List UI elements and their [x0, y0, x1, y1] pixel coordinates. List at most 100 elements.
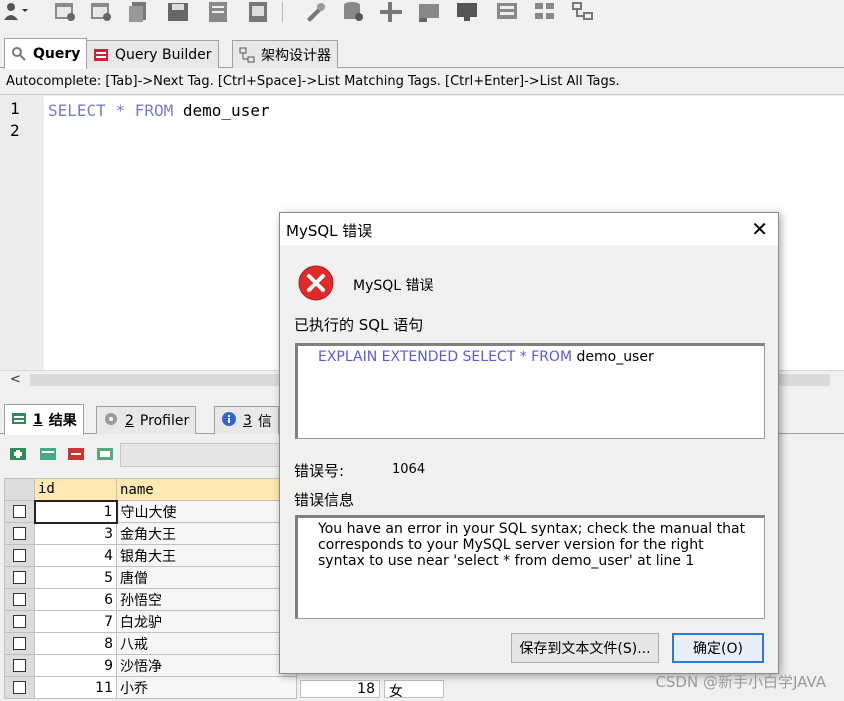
save-to-file-button[interactable]: 保存到文本文件(S)...: [511, 633, 659, 663]
error-message-box[interactable]: You have an error in your SQL syntax; ch…: [295, 515, 765, 619]
dialog-titlebar[interactable]: MySQL 错误 ✕: [280, 213, 778, 245]
cell-id[interactable]: 4: [34, 544, 117, 567]
cell-age[interactable]: 18: [300, 680, 380, 698]
sql-keyword: SELECT: [48, 101, 106, 120]
grid-header-row: id name: [4, 478, 297, 501]
tab-result[interactable]: 1 结果: [4, 404, 84, 435]
cell-name[interactable]: 孙悟空: [116, 588, 297, 611]
tab-query-label: Query: [33, 46, 81, 62]
row-checkbox[interactable]: [4, 588, 35, 611]
document-icon[interactable]: [205, 0, 231, 24]
cell-name[interactable]: 沙悟净: [116, 654, 297, 677]
row-checkbox[interactable]: [4, 676, 35, 699]
cell-name[interactable]: 白龙驴: [116, 610, 297, 633]
delete-row-icon[interactable]: [66, 444, 86, 464]
row-checkbox[interactable]: [4, 654, 35, 677]
tab-info[interactable]: 3 信: [214, 406, 279, 434]
sql-table-name: demo_user: [576, 349, 654, 365]
tab-profiler[interactable]: 2 Profiler: [96, 406, 197, 434]
cell-name[interactable]: 金角大王: [116, 522, 297, 545]
result-grid: id name 1 守山大使 3 金角大王 4 银角大王 5 唐僧 6 孙悟空 …: [4, 478, 297, 699]
tab-result-number: 1: [33, 412, 43, 428]
cell-id[interactable]: 7: [34, 610, 117, 633]
cell-id[interactable]: 9: [34, 654, 117, 677]
error-message-label: 错误信息: [294, 491, 355, 509]
dialog-heading: MySQL 错误: [353, 278, 434, 294]
schema-designer-icon: [239, 47, 255, 63]
table-row[interactable]: 9 沙悟净: [4, 654, 297, 677]
user-icon[interactable]: [2, 0, 28, 24]
tab-schema-designer[interactable]: 架构设计器: [232, 40, 338, 68]
error-icon: [297, 264, 335, 302]
table-row[interactable]: 6 孙悟空: [4, 588, 297, 611]
close-icon[interactable]: ✕: [751, 217, 768, 241]
cell-name[interactable]: 唐僧: [116, 566, 297, 589]
executed-sql-box[interactable]: EXPLAIN EXTENDED SELECT * FROM demo_user: [295, 343, 765, 439]
table-row[interactable]: 7 白龙驴: [4, 610, 297, 633]
cell-name[interactable]: 八戒: [116, 632, 297, 655]
column-header-name[interactable]: name: [116, 478, 297, 501]
tab-query-builder[interactable]: Query Builder: [86, 40, 219, 68]
cell-id[interactable]: 5: [34, 566, 117, 589]
cell-id[interactable]: 3: [34, 522, 117, 545]
toolbar-separator: [282, 2, 283, 22]
row-checkbox[interactable]: [4, 610, 35, 633]
editor-tabbar: Query Query Builder 架构设计器: [0, 38, 844, 69]
row-checkbox[interactable]: [4, 544, 35, 567]
tab-info-number: 3: [243, 412, 252, 429]
table-row[interactable]: 5 唐僧: [4, 566, 297, 589]
watermark: CSDN @新手小白学JAVA: [655, 673, 826, 691]
row-checkbox[interactable]: [4, 632, 35, 655]
grid-tree-icon[interactable]: [570, 0, 596, 24]
plus-table-icon[interactable]: [378, 0, 404, 24]
cell-id[interactable]: 8: [34, 632, 117, 655]
table-row[interactable]: 8 八戒: [4, 632, 297, 655]
info-icon: [221, 411, 237, 431]
line-number-gutter: 1 2: [0, 96, 44, 370]
table-row[interactable]: 1 守山大使: [4, 499, 297, 524]
copy-icon[interactable]: [126, 0, 152, 24]
line-number: 1: [10, 99, 20, 118]
cell-id[interactable]: 1: [33, 499, 118, 524]
cell-name[interactable]: 小乔: [116, 676, 297, 699]
cell-gender[interactable]: 女: [384, 680, 444, 700]
table-row[interactable]: 3 金角大王: [4, 522, 297, 545]
table-row[interactable]: 11 小乔: [4, 676, 297, 699]
grid-corner[interactable]: [4, 478, 35, 501]
row-checkbox[interactable]: [4, 566, 35, 589]
autocomplete-hint: Autocomplete: [Tab]->Next Tag. [Ctrl+Spa…: [0, 69, 844, 95]
wrench-icon[interactable]: [302, 0, 328, 24]
cell-name[interactable]: 守山大使: [116, 500, 297, 523]
cell-name[interactable]: 银角大王: [116, 544, 297, 567]
cell-id[interactable]: 6: [34, 588, 117, 611]
row-checkbox[interactable]: [4, 522, 35, 545]
grid-icon[interactable]: [494, 0, 520, 24]
tab-query-builder-label: Query Builder: [115, 46, 212, 63]
report-icon[interactable]: [245, 0, 271, 24]
ok-button[interactable]: 确定(O): [672, 633, 764, 663]
table-row[interactable]: 4 银角大王: [4, 544, 297, 567]
tab-profiler-label: Profiler: [139, 412, 190, 429]
column-header-id[interactable]: id: [34, 478, 117, 501]
tab-query[interactable]: Query: [4, 38, 88, 69]
line-number: 2: [10, 121, 20, 140]
result-icon: [11, 410, 27, 430]
sql-code-line[interactable]: SELECT * FROM demo_user: [48, 100, 270, 122]
profiler-icon: [103, 411, 119, 431]
scroll-left-icon[interactable]: <: [10, 372, 21, 387]
database-icon[interactable]: [340, 0, 366, 24]
mysql-error-dialog: MySQL 错误 ✕ MySQL 错误 已执行的 SQL 语句 EXPLAIN …: [279, 212, 779, 674]
cell-id[interactable]: 11: [34, 676, 117, 699]
row-checkbox[interactable]: [4, 500, 35, 523]
duplicate-row-icon[interactable]: [38, 444, 58, 464]
save-row-icon[interactable]: [95, 444, 115, 464]
tab-info-label: 信: [257, 413, 272, 430]
table-icon[interactable]: [52, 0, 78, 24]
save-icon[interactable]: [165, 0, 191, 24]
grid-tree-icon[interactable]: [532, 0, 558, 24]
monitor-icon[interactable]: [454, 0, 480, 24]
server-icon[interactable]: [416, 0, 442, 24]
table-export-icon[interactable]: [88, 0, 114, 24]
main-toolbar: [0, 0, 844, 34]
add-row-icon[interactable]: [8, 444, 28, 464]
